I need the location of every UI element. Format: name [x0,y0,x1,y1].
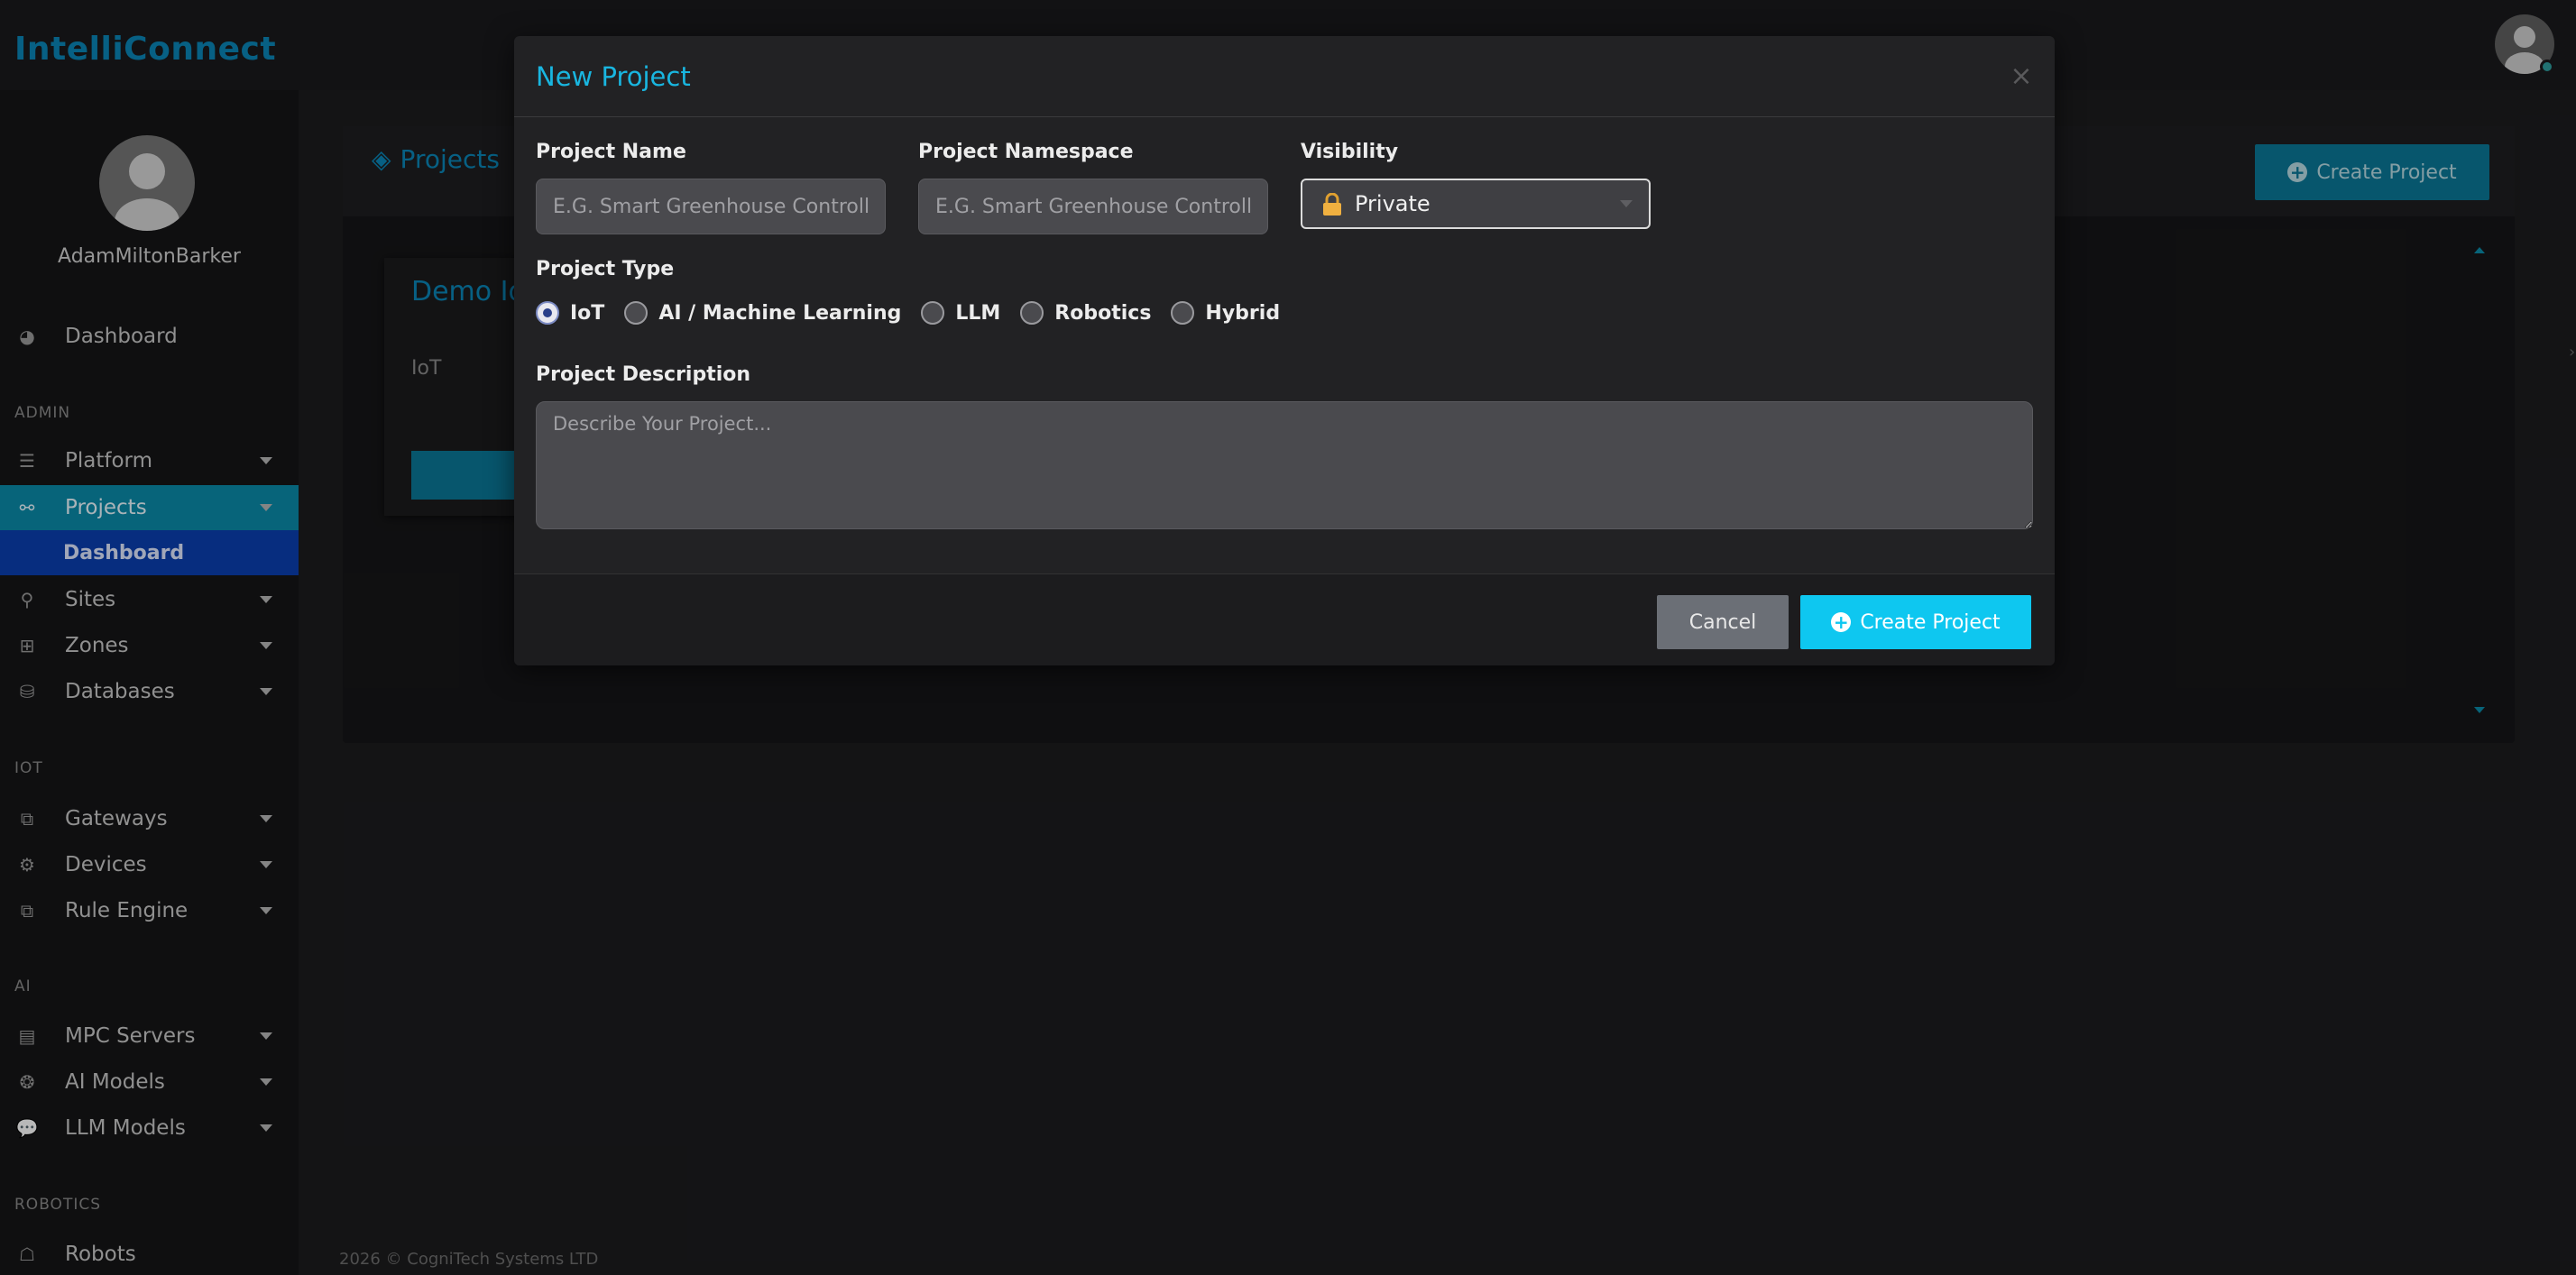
project-namespace-label: Project Namespace [918,141,1134,163]
project-namespace-input[interactable] [918,179,1268,234]
project-description-label: Project Description [536,363,751,386]
radio-label: LLM [955,301,1001,325]
project-type-radio-group: IoT AI / Machine Learning LLM Robotics H… [536,298,1300,328]
radio-button[interactable] [624,301,649,325]
radio-label: AI / Machine Learning [658,301,902,325]
close-icon[interactable]: × [2010,63,2033,90]
chevron-down-icon [1620,200,1633,207]
radio-ai-machine-learning[interactable]: AI / Machine Learning [624,301,901,325]
radio-label: Hybrid [1205,301,1281,325]
project-type-label: Project Type [536,258,675,280]
radio-robotics[interactable]: Robotics [1020,301,1151,325]
cancel-button[interactable]: Cancel [1657,595,1789,649]
radio-hybrid[interactable]: Hybrid [1171,301,1280,325]
plus-circle-icon: + [1831,612,1852,632]
visibility-select[interactable]: Private [1301,179,1651,229]
modal-title: New Project [536,61,691,92]
radio-button[interactable] [921,301,945,325]
radio-llm[interactable]: LLM [921,301,1000,325]
button-label: Create Project [1860,610,2001,634]
project-name-input[interactable] [536,179,886,234]
project-name-label: Project Name [536,141,686,163]
new-project-modal: New Project × Project Name Project Names… [514,36,2055,665]
radio-button-checked[interactable] [536,301,559,325]
radio-button[interactable] [1020,301,1044,325]
radio-button[interactable] [1171,301,1195,325]
radio-iot[interactable]: IoT [536,301,604,325]
radio-label: IoT [570,301,605,325]
project-description-textarea[interactable] [536,401,2033,529]
create-project-button[interactable]: + Create Project [1800,595,2031,649]
radio-label: Robotics [1054,301,1152,325]
visibility-label: Visibility [1301,141,1399,163]
modal-header: New Project × [514,36,2055,117]
visibility-value: Private [1355,191,1431,216]
lock-icon [1323,193,1341,216]
